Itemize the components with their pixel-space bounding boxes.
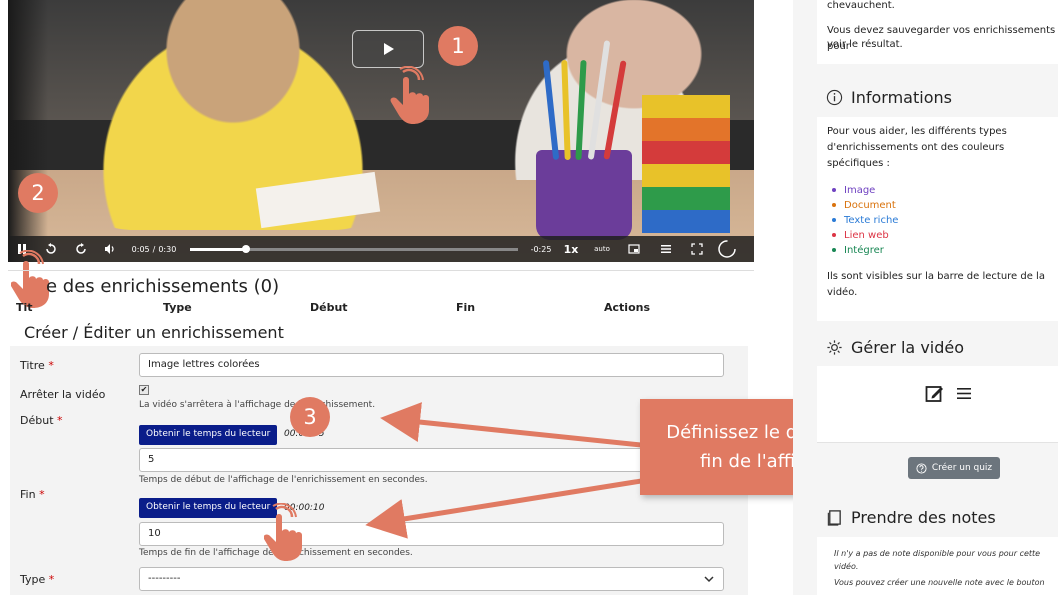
column-start: Début xyxy=(310,301,348,314)
chevron-down-icon xyxy=(704,576,714,583)
stop-video-checkbox[interactable]: ✔ xyxy=(139,385,149,395)
required-mark: * xyxy=(57,414,63,427)
create-quiz-label: Créer un quiz xyxy=(931,463,993,473)
notes-icon xyxy=(827,510,841,526)
notes-line-1: Il n'y a pas de note disponible pour vou… xyxy=(834,549,1041,558)
current-time: 0:05 xyxy=(131,244,150,254)
start-input[interactable]: 5 xyxy=(139,448,724,472)
type-select[interactable]: --------- xyxy=(139,567,724,591)
legend-label: Lien web xyxy=(844,230,889,241)
legend-item-rich-text: Texte riche xyxy=(832,215,898,226)
divider xyxy=(8,270,754,271)
step-badge-2: 2 xyxy=(18,173,58,213)
chapters-button[interactable] xyxy=(650,236,682,262)
take-notes-title: Prendre des notes xyxy=(851,508,996,527)
fullscreen-button[interactable] xyxy=(682,236,712,262)
legend-label: Intégrer xyxy=(844,245,884,256)
step-badge-1: 1 xyxy=(438,26,478,66)
fullscreen-icon xyxy=(691,243,703,255)
visible-line-2: vidéo. xyxy=(827,287,858,298)
column-type: Type xyxy=(163,301,192,314)
type-select-value: --------- xyxy=(148,573,181,584)
stop-video-label: Arrêter la vidéo xyxy=(20,388,106,401)
start-label: Début * xyxy=(20,414,63,427)
column-actions: Actions xyxy=(604,301,650,314)
step-badge-3: 3 xyxy=(290,397,330,437)
forward-button[interactable] xyxy=(66,236,96,262)
manage-video-card xyxy=(817,366,1058,442)
create-quiz-button[interactable]: Créer un quiz xyxy=(908,457,1000,479)
edit-icon[interactable] xyxy=(925,384,944,403)
time-separator: / xyxy=(152,244,156,254)
manage-video-header: Gérer la vidéo xyxy=(826,338,964,357)
tap-hand-icon xyxy=(390,66,429,124)
loading-spinner xyxy=(712,236,742,262)
info-line-2: d'enrichissements ont des couleurs xyxy=(827,142,1005,153)
required-mark: * xyxy=(48,573,55,586)
start-help: Temps de début de l'affichage de l'enric… xyxy=(139,475,428,485)
video-player[interactable]: 0:05 / 0:30 -0:25 1x auto xyxy=(8,0,754,262)
informations-header: Informations xyxy=(826,88,952,107)
manage-video-title: Gérer la vidéo xyxy=(851,338,965,357)
volume-button[interactable] xyxy=(96,236,124,262)
column-end: Fin xyxy=(456,301,476,314)
gear-icon xyxy=(827,340,842,355)
visible-line-1: Ils sont visibles sur la barre de lectur… xyxy=(827,271,1045,282)
legend-item-embed: Intégrer xyxy=(832,245,884,256)
legend-label: Document xyxy=(844,200,896,211)
end-input[interactable]: 10 xyxy=(139,522,724,546)
legend-item-image: Image xyxy=(832,185,875,196)
notes-line-3: Vous pouvez créer une nouvelle note avec… xyxy=(834,578,1045,587)
get-end-time-button[interactable]: Obtenir le temps du lecteur xyxy=(139,498,278,518)
playback-speed-button[interactable]: 1x xyxy=(556,236,586,262)
get-start-time-button[interactable]: Obtenir le temps du lecteur xyxy=(139,425,278,445)
info-line-3: spécifiques : xyxy=(827,158,890,169)
picture-in-picture-button[interactable] xyxy=(618,236,650,262)
divider xyxy=(817,442,1058,443)
legend-label: Texte riche xyxy=(844,215,899,226)
type-label: Type * xyxy=(20,573,54,586)
sidebar-top-text-1: chevauchent. xyxy=(827,0,895,11)
volume-icon xyxy=(105,244,114,254)
quality-button[interactable]: auto xyxy=(586,236,618,262)
question-icon xyxy=(916,462,927,474)
seek-knob[interactable] xyxy=(241,244,250,253)
column-title: Tit xyxy=(16,301,33,314)
play-icon xyxy=(384,43,394,55)
required-mark: * xyxy=(39,488,45,501)
enrichment-list-title: e des enrichissements (0) xyxy=(46,276,279,297)
tap-hand-icon xyxy=(264,503,302,561)
type-label-text: Type xyxy=(20,573,46,586)
list-icon xyxy=(661,245,671,253)
informations-title: Informations xyxy=(851,88,952,107)
end-label-text: Fin xyxy=(20,488,36,501)
seek-bar[interactable] xyxy=(190,244,518,253)
required-mark: * xyxy=(48,359,54,372)
menu-icon[interactable] xyxy=(956,386,972,401)
spinner-icon xyxy=(718,240,736,258)
form-title: Créer / Éditer un enrichissement xyxy=(24,323,284,342)
enrichment-list-title-text: e des enrichissements (0) xyxy=(46,276,280,297)
start-label-text: Début xyxy=(20,414,54,427)
end-label: Fin * xyxy=(20,488,45,501)
remaining-time: -0:25 xyxy=(530,244,552,254)
legend-item-document: Document xyxy=(832,200,896,211)
legend-item-web-link: Lien web xyxy=(832,230,889,241)
forward-icon xyxy=(76,243,86,254)
duration: 0:30 xyxy=(158,244,177,254)
notes-line-2: vidéo. xyxy=(834,562,859,571)
info-line-1: Pour vous aider, les différents types xyxy=(827,126,1007,137)
big-play-button[interactable] xyxy=(352,30,424,68)
title-label-text: Titre xyxy=(20,359,45,372)
title-label: Titre * xyxy=(20,359,54,372)
title-input[interactable]: Image lettres colorées xyxy=(139,353,724,377)
take-notes-header: Prendre des notes xyxy=(826,508,996,527)
info-icon xyxy=(826,89,843,106)
sidebar-top-text-3: voir le résultat. xyxy=(827,39,903,50)
stop-video-help: La vidéo s'arrêtera à l'affichage de l'e… xyxy=(139,400,376,410)
video-control-bar: 0:05 / 0:30 -0:25 1x auto xyxy=(8,236,754,262)
legend-label: Image xyxy=(844,185,876,196)
time-display: 0:05 / 0:30 xyxy=(124,236,184,262)
pip-icon xyxy=(628,244,640,254)
